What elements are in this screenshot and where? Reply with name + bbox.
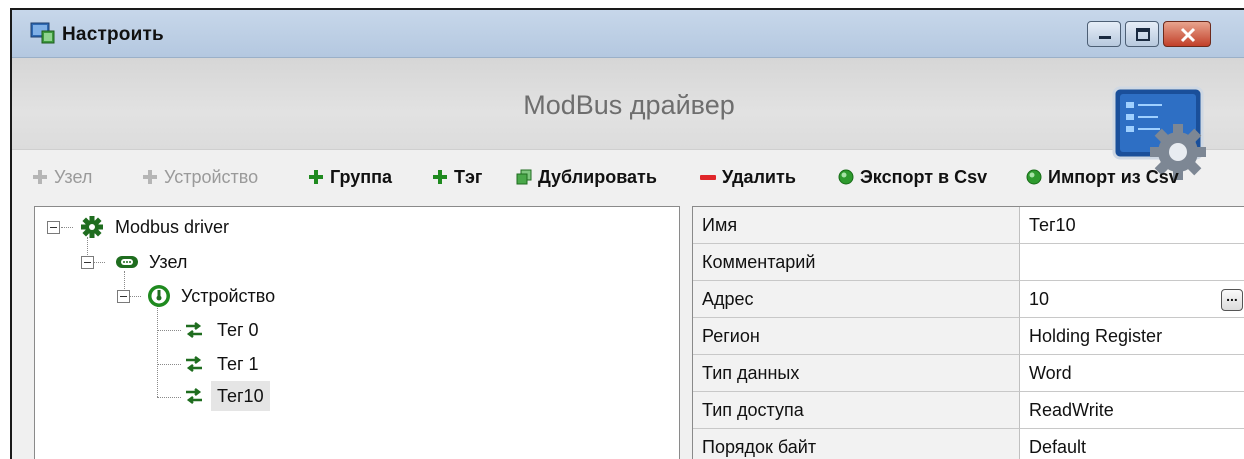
toolbar: Узел Устройство Группа Тэг Дублировать У…: [12, 160, 1244, 194]
import-csv-label: Импорт из Csv: [1048, 166, 1179, 187]
property-value-field[interactable]: Holding Register: [1020, 318, 1244, 355]
tree-connector: [93, 262, 105, 263]
duplicate-icon: [516, 169, 532, 185]
maximize-icon: [1136, 28, 1150, 41]
import-csv-button[interactable]: Импорт из Csv: [1026, 164, 1179, 190]
tree-item-node-label: Узел: [149, 251, 188, 272]
add-device-button[interactable]: Устройство: [142, 164, 258, 190]
maximize-button[interactable]: [1125, 21, 1159, 47]
selection-highlight: Тег10: [211, 381, 270, 411]
property-value-field[interactable]: Default: [1020, 429, 1244, 459]
plus-icon: [32, 169, 48, 185]
properties-grid: Имя Тег10 Комментарий Адрес 10 ... Регио…: [692, 206, 1244, 459]
title-bar: Настроить: [12, 10, 1244, 58]
property-row: Порядок байт Default: [693, 429, 1244, 459]
close-button[interactable]: [1163, 21, 1211, 47]
property-name: Порядок байт: [693, 429, 1020, 459]
property-name: Имя: [693, 207, 1020, 244]
property-name: Комментарий: [693, 244, 1020, 281]
close-icon: [1180, 27, 1196, 43]
minimize-icon: [1099, 36, 1111, 39]
property-name: Тип данных: [693, 355, 1020, 392]
export-csv-button[interactable]: Экспорт в Csv: [838, 164, 987, 190]
tree-item-tag[interactable]: Тег 1: [185, 350, 259, 378]
duplicate-label: Дублировать: [538, 166, 657, 187]
tree-connector: [157, 397, 181, 398]
settings-window: Настроить ModBus драйвер Узел Устройство…: [10, 8, 1244, 459]
plus-icon: [308, 169, 324, 185]
plus-icon: [142, 169, 158, 185]
property-value-field[interactable]: Word: [1020, 355, 1244, 392]
property-row: Адрес 10 ...: [693, 281, 1244, 318]
add-group-button[interactable]: Группа: [308, 164, 392, 190]
tree-item-device-label: Устройство: [181, 285, 276, 306]
transfer-arrows-icon: [185, 322, 203, 338]
minus-icon: [700, 169, 716, 185]
property-name: Регион: [693, 318, 1020, 355]
duplicate-button[interactable]: Дублировать: [516, 164, 657, 190]
add-device-label: Устройство: [164, 166, 259, 187]
plus-icon: [432, 169, 448, 185]
add-tag-button[interactable]: Тэг: [432, 164, 482, 190]
tree-item-tag-label: Тег 1: [217, 353, 259, 374]
transfer-arrows-icon: [185, 388, 203, 404]
property-row: Регион Holding Register: [693, 318, 1244, 355]
tree-connector: [157, 330, 181, 331]
property-value-field[interactable]: [1020, 244, 1244, 281]
green-circle-icon: [1026, 169, 1042, 185]
tree-item-tag-label: Тег 0: [217, 319, 259, 340]
property-row: Тип данных Word: [693, 355, 1244, 392]
page-title: ModBus драйвер: [523, 90, 735, 120]
property-row: Тип доступа ReadWrite: [693, 392, 1244, 429]
property-value-field[interactable]: Тег10: [1020, 207, 1244, 244]
tree-item-tag-label: Тег10: [217, 385, 264, 406]
add-group-label: Группа: [330, 166, 393, 187]
delete-button[interactable]: Удалить: [700, 164, 796, 190]
tree-item-tag-selected[interactable]: Тег10: [185, 381, 270, 411]
tree-connector: [157, 364, 181, 365]
property-row: Имя Тег10: [693, 207, 1244, 244]
serial-port-icon: [115, 254, 139, 270]
tree-panel: Modbus driver Узел Устройство Тег 0 Тег …: [34, 206, 680, 459]
property-value-field[interactable]: 10: [1020, 281, 1244, 318]
transfer-arrows-icon: [185, 356, 203, 372]
address-ellipsis-button[interactable]: ...: [1221, 289, 1243, 311]
minimize-button[interactable]: [1087, 21, 1121, 47]
gauge-icon: [147, 284, 171, 308]
green-circle-icon: [838, 169, 854, 185]
property-name: Адрес: [693, 281, 1020, 318]
add-node-button[interactable]: Узел: [32, 164, 92, 190]
collapse-root-toggle[interactable]: [47, 221, 60, 234]
tree-connector: [129, 296, 141, 297]
export-csv-label: Экспорт в Csv: [860, 166, 988, 187]
collapse-device-toggle[interactable]: [117, 290, 130, 303]
settings-app-icon: [30, 21, 56, 45]
tree-item-root-label: Modbus driver: [115, 216, 230, 237]
window-title: Настроить: [62, 24, 164, 45]
collapse-node-toggle[interactable]: [81, 256, 94, 269]
add-tag-label: Тэг: [454, 166, 483, 187]
tree-item-tag[interactable]: Тег 0: [185, 316, 259, 344]
property-row: Комментарий: [693, 244, 1244, 281]
tree-item-node[interactable]: Узел: [115, 248, 187, 276]
delete-label: Удалить: [722, 166, 796, 187]
tree-connector: [157, 305, 158, 397]
property-name: Тип доступа: [693, 392, 1020, 429]
tree-item-root[interactable]: Modbus driver: [81, 213, 229, 241]
tree-connector: [61, 227, 73, 228]
property-value-field[interactable]: ReadWrite: [1020, 392, 1244, 429]
add-node-label: Узел: [54, 166, 93, 187]
tree-item-device[interactable]: Устройство: [147, 282, 275, 310]
gear-icon: [81, 216, 103, 238]
